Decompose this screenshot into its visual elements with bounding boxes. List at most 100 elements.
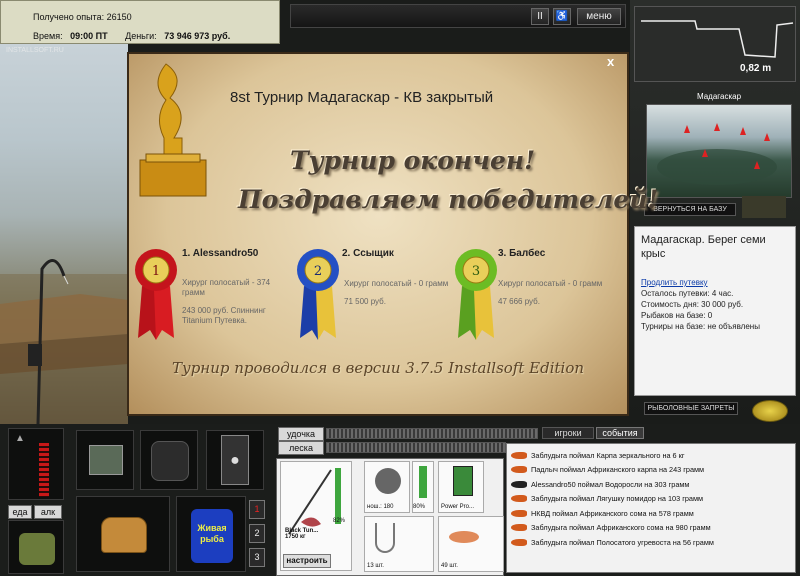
energy-meter: ▲ <box>8 428 64 500</box>
winner-2-name: 2. Ссыщик <box>342 248 394 259</box>
rod-slot-2-button[interactable]: 2 <box>249 524 265 543</box>
reel-icon <box>375 468 401 494</box>
car-icon[interactable] <box>742 196 786 218</box>
fish-icon <box>511 509 527 517</box>
bait-icon <box>449 531 479 543</box>
game-logo-icon[interactable] <box>752 400 788 422</box>
log-entry: Заблудыга поймал Африканского сома на 98… <box>511 521 791 536</box>
log-text: Заблудыга поймал Лягушку помидор на 103 … <box>531 494 704 504</box>
reel-wear-slot: 80% <box>412 461 434 513</box>
rod-slot-3-button[interactable]: 3 <box>249 548 265 567</box>
rod-label: удочка <box>278 427 324 441</box>
log-entry: НКВД поймал Африканского сома на 578 гра… <box>511 506 791 521</box>
menu-button[interactable]: меню <box>577 8 621 25</box>
bait-slot[interactable]: 49 шт. <box>438 516 504 572</box>
winner-1-prize: 243 000 руб. Спиннинг Titanium Путевка. <box>182 306 266 325</box>
winner-2-fish: Хирург полосатый - 0 грамм <box>344 279 449 288</box>
tackle-box-icon <box>89 445 123 475</box>
xp-label: Получено опыта: <box>33 12 105 22</box>
fish-icon <box>511 495 527 503</box>
top-toolbar: II ♿ меню <box>290 4 626 28</box>
tournament-title: 8st Турнир Мадагаскар - КВ закрытый <box>230 89 494 106</box>
winner-3-name: 3. Балбес <box>498 248 546 259</box>
second-place-number: 2 <box>314 264 322 279</box>
player-info-panel: Получено опыта: 26150 Время: 09:00 ПТ Де… <box>0 0 280 44</box>
line-tension-bar <box>326 442 506 453</box>
hook-slot[interactable]: 13 шт. <box>364 516 434 572</box>
fishing-scene <box>0 44 128 424</box>
tournaments-status: Турниры на базе: не объявлены <box>641 322 760 331</box>
fish-icon <box>511 466 527 474</box>
extend-pass-link[interactable]: Продлить путевку <box>641 277 789 288</box>
food-bag-slot[interactable] <box>8 520 64 574</box>
hook-icon <box>375 523 395 553</box>
log-text: Заблудыга поймал Полосатого угревоста на… <box>531 537 714 547</box>
line-name: Power Pro... <box>441 504 475 510</box>
reel-slot[interactable]: нош.: 180 <box>364 461 410 513</box>
location-info: Мадагаскар. Берег семи крыс Продлить пут… <box>634 226 796 396</box>
money-label: Деньги: <box>125 31 157 41</box>
fishing-bans-button[interactable]: РЫБОЛОВНЫЕ ЗАПРЕТЫ <box>644 402 738 415</box>
depth-profile <box>641 20 794 58</box>
congratulations-heading: Поздравляем победителей! <box>238 185 659 214</box>
phone-icon: ● <box>221 435 249 485</box>
catch-log: Заблудыга поймал Карпа зеркального на 6 … <box>506 443 796 573</box>
log-entry: Падлыч поймал Африканского карпа на 243 … <box>511 463 791 478</box>
line-spool-icon <box>453 466 473 496</box>
log-text: Alessandro50 поймал Водоросли на 303 гра… <box>531 479 690 489</box>
tournament-ended-heading: Турнир окончен! <box>290 146 536 175</box>
winner-1-fish: Хирург полосатый - 374 грамм <box>182 278 271 297</box>
close-icon[interactable]: x <box>607 54 614 69</box>
rod-name: Black Tun... 1750 кг <box>285 528 319 540</box>
rod-slot[interactable]: Black Tun... 1750 кг 82% настроить <box>280 461 352 571</box>
backpack-icon <box>151 441 189 481</box>
location-title: Мадагаскар. Берег семи крыс <box>641 234 766 260</box>
pause-button[interactable]: II <box>531 8 549 25</box>
fish-icon <box>511 524 527 532</box>
tab-events[interactable]: события <box>596 427 644 439</box>
backpack-slot[interactable] <box>140 430 198 490</box>
trophy-icon <box>136 58 210 198</box>
fish-icon <box>511 538 527 546</box>
log-entry: Alessandro50 поймал Водоросли на 303 гра… <box>511 477 791 492</box>
fish-icon <box>511 451 527 459</box>
hook-count: 13 шт. <box>367 563 384 569</box>
tackle-box-slot[interactable] <box>76 430 134 490</box>
food-tab[interactable]: еда <box>8 505 32 519</box>
fish-icon <box>511 480 527 488</box>
rod-slot-1-button[interactable]: 1 <box>249 500 265 519</box>
second-place-ribbon-icon: 2 <box>297 249 339 340</box>
first-place-ribbon-icon: 1 <box>135 249 177 340</box>
winner-1-name: 1. Alessandro50 <box>182 248 259 259</box>
winner-3-fish: Хирург полосатый - 0 грамм <box>498 279 603 288</box>
food-bag-icon <box>19 533 55 565</box>
depth-value: 0,82 m <box>740 63 772 74</box>
reel-percent: 80% <box>413 504 426 510</box>
setup-button[interactable]: настроить <box>283 554 331 568</box>
alcohol-tab[interactable]: алк <box>34 505 62 519</box>
fishers-count: Рыбаков на базе: 0 <box>641 311 713 320</box>
time-label: Время: <box>33 31 63 41</box>
location-map-image[interactable] <box>646 104 792 198</box>
live-bait-can: Живая рыба <box>191 509 233 563</box>
fishing-rod-scene <box>0 259 128 424</box>
first-place-number: 1 <box>152 264 160 279</box>
line-label: леска <box>278 441 324 455</box>
winner-3-prize: 47 666 руб. <box>498 297 540 306</box>
arrow-up-icon: ▲ <box>15 433 25 444</box>
reel-wear-bar <box>419 466 427 498</box>
xp-value: 26150 <box>106 12 132 22</box>
line-spool-slot[interactable]: Power Pro... <box>438 461 484 513</box>
picnic-basket-slot[interactable] <box>76 496 170 572</box>
live-bait-slot[interactable]: Живая рыба <box>176 496 246 572</box>
log-text: НКВД поймал Африканского сома на 578 гра… <box>531 508 694 518</box>
day-cost: Стоимость дня: 30 000 руб. <box>641 300 744 309</box>
tab-players[interactable]: игроки <box>542 427 594 439</box>
picnic-basket-icon <box>101 517 147 553</box>
bait-count: 49 шт. <box>441 563 458 569</box>
map-markers <box>657 123 777 185</box>
log-entry: Заблудыга поймал Лягушку помидор на 103 … <box>511 492 791 507</box>
phone-slot[interactable]: ● <box>206 430 264 490</box>
log-entry: Заблудыга поймал Карпа зеркального на 6 … <box>511 448 791 463</box>
speed-icon[interactable]: ♿ <box>553 8 571 25</box>
